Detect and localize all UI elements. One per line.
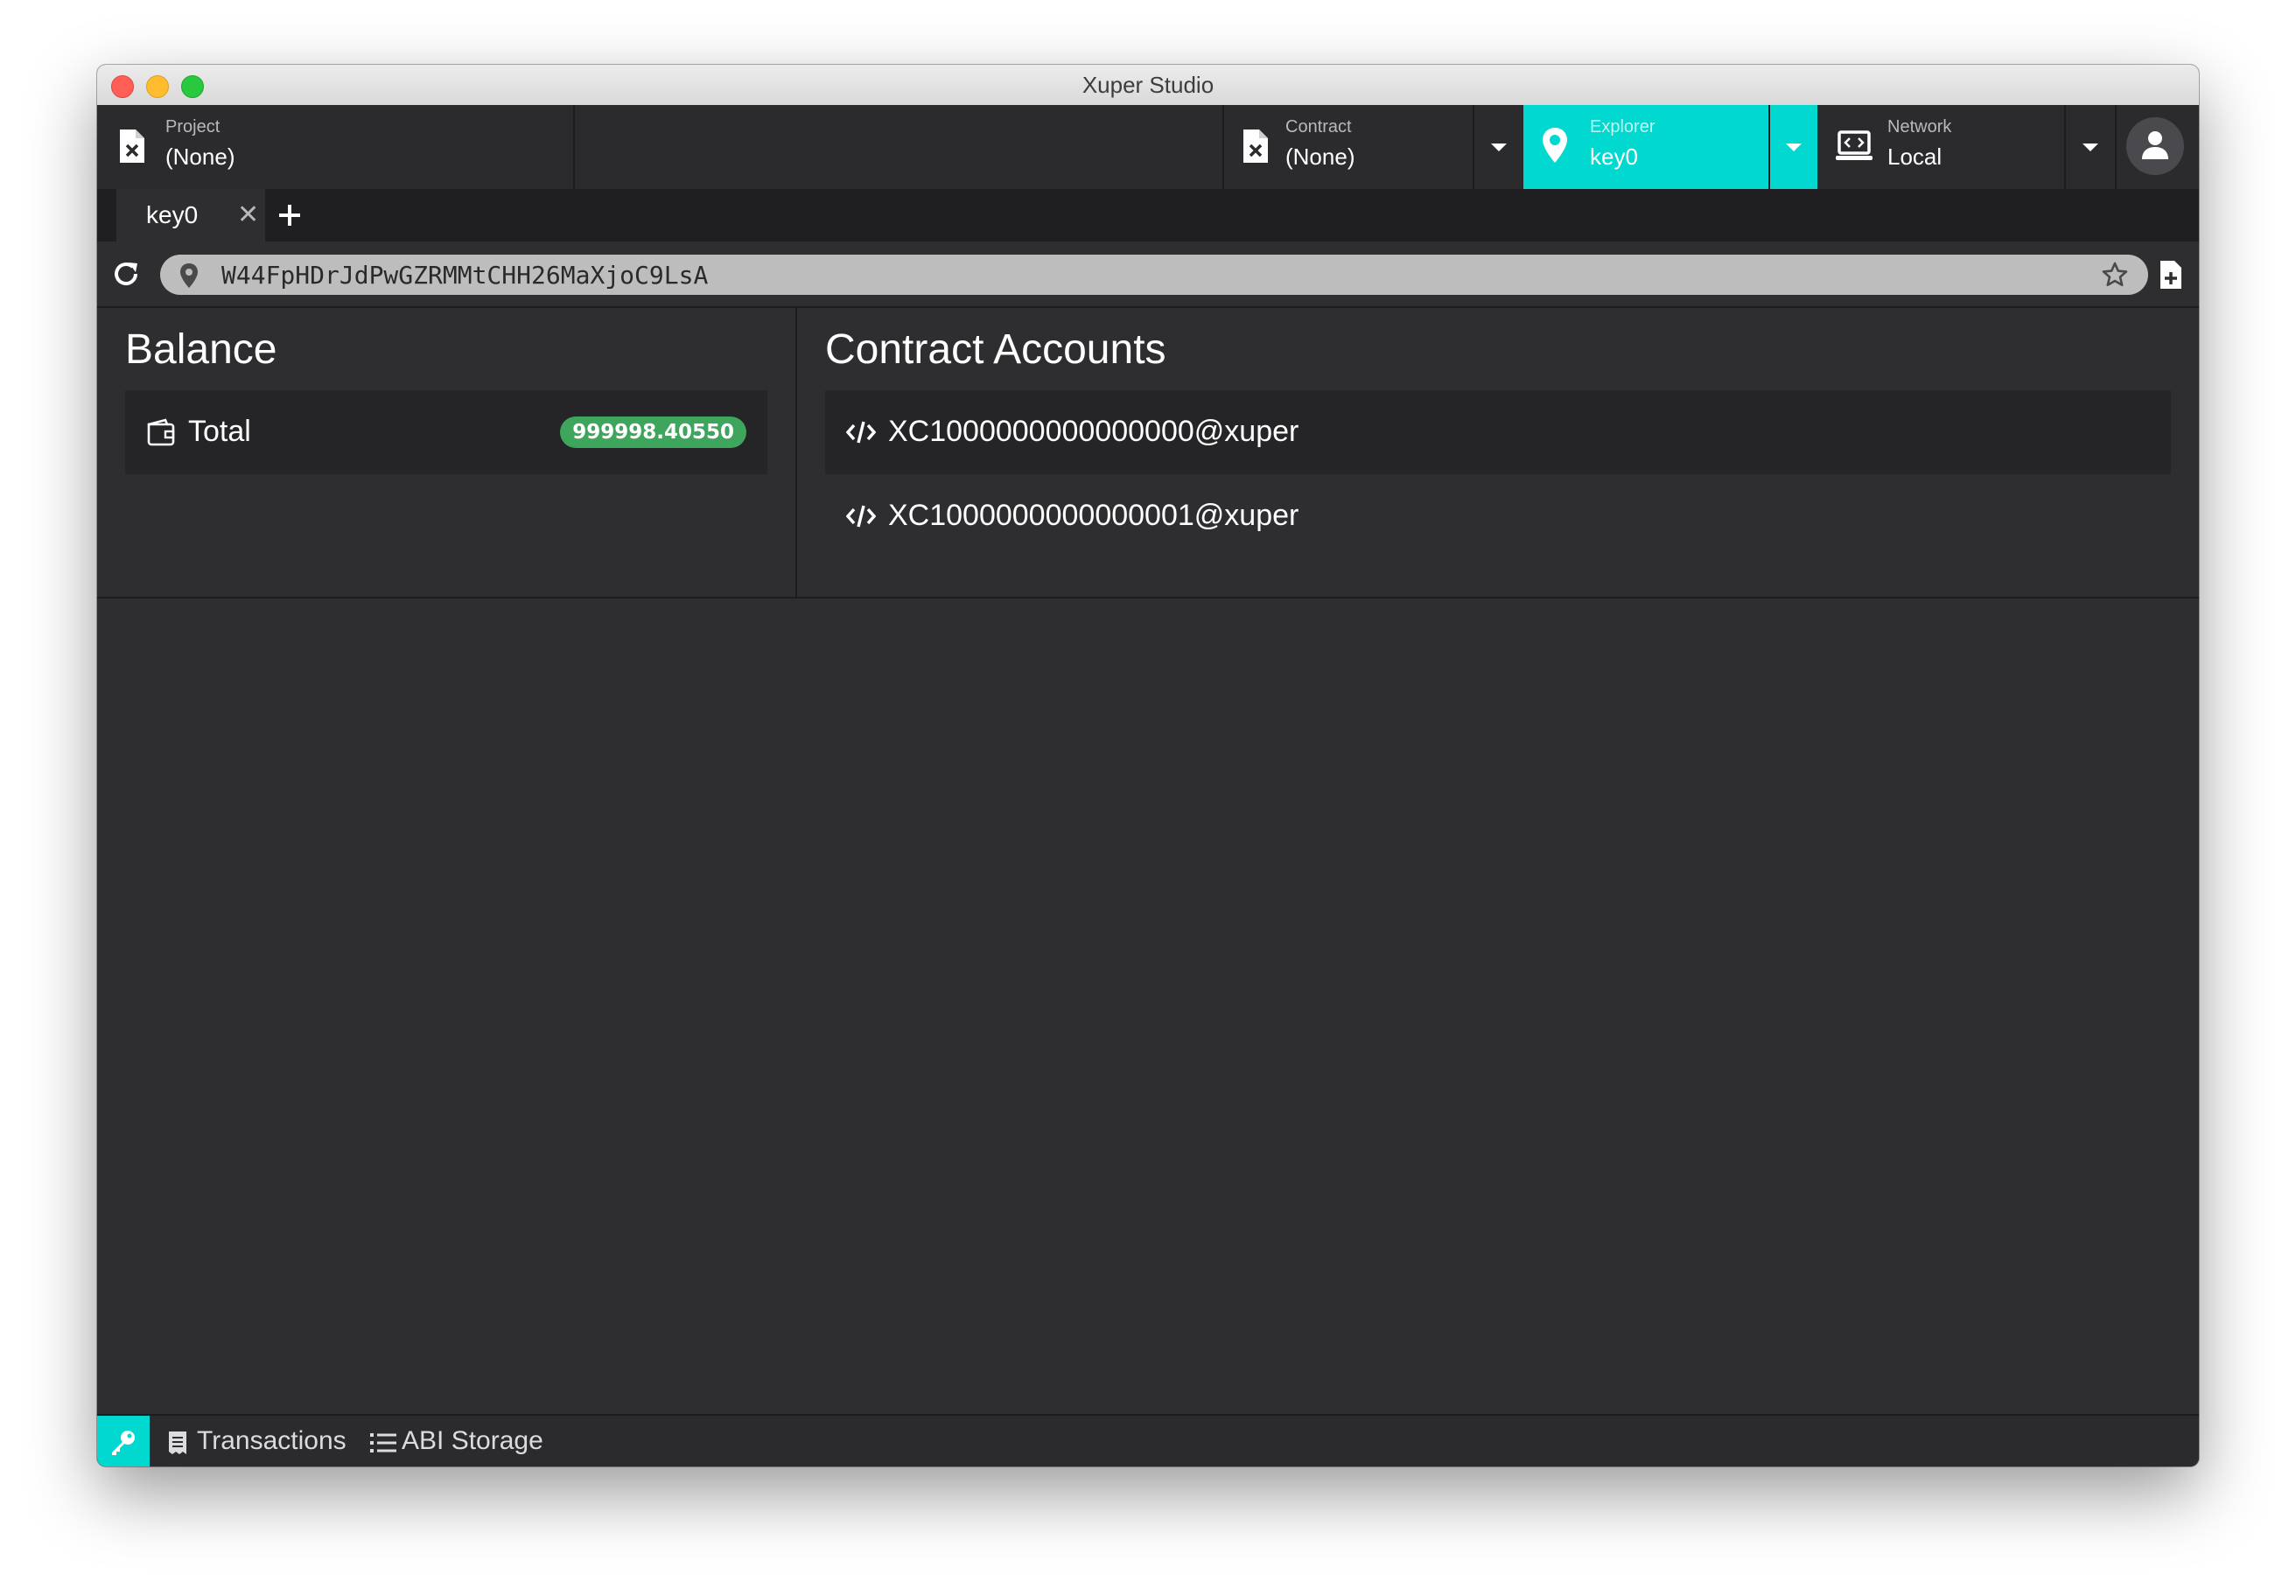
star-icon[interactable]	[2101, 261, 2129, 289]
contract-selector[interactable]: Contract (None)	[1224, 105, 1474, 189]
title-bar: Xuper Studio	[97, 65, 2199, 106]
tab-close-icon[interactable]: ✕	[237, 200, 259, 230]
user-icon	[2142, 131, 2168, 159]
explorer-label: Explorer	[1590, 117, 1656, 136]
address-bar: W44FpHDrJdPwGZRMMtCHH26MaXjoC9LsA	[97, 242, 2199, 308]
file-x-icon	[1243, 130, 1268, 163]
code-icon	[846, 421, 876, 444]
abi-storage-tab[interactable]: ABI Storage	[370, 1416, 554, 1466]
keypair-manager-button[interactable]	[97, 1416, 150, 1466]
tab-key0[interactable]: key0 ✕	[116, 189, 265, 242]
contract-account-name: XC1000000000000001@xuper	[888, 499, 1299, 532]
contract-account-item[interactable]: XC1000000000000001@xuper	[825, 474, 2171, 558]
balance-label: Total	[188, 415, 251, 448]
network-value: Local	[1887, 144, 1942, 170]
laptop-code-icon	[1836, 130, 1872, 160]
top-header: Project (None) Contract (None) Explorer …	[97, 105, 2199, 189]
contract-accounts-panel: Contract Accounts XC1000000000000000@xup…	[797, 308, 2199, 598]
list-icon	[370, 1433, 396, 1452]
contract-label: Contract	[1285, 117, 1352, 136]
file-x-icon	[120, 130, 144, 163]
explorer-dropdown-button[interactable]	[1770, 105, 1817, 189]
bottom-bar: Transactions ABI Storage	[97, 1414, 2199, 1466]
address-input[interactable]: W44FpHDrJdPwGZRMMtCHH26MaXjoC9LsA	[160, 255, 2148, 295]
file-plus-icon[interactable]	[2159, 259, 2183, 290]
new-tab-button[interactable]	[265, 189, 312, 242]
contract-value: (None)	[1285, 144, 1355, 170]
plus-icon	[279, 205, 300, 226]
app-window: Xuper Studio Project (None) Contract (No…	[97, 65, 2199, 1466]
project-value: (None)	[165, 144, 235, 170]
contract-account-item[interactable]: XC1000000000000000@xuper	[825, 390, 2171, 474]
caret-down-icon	[1786, 144, 1802, 151]
network-selector[interactable]: Network Local	[1819, 105, 2066, 189]
explorer-selector[interactable]: Explorer key0	[1523, 105, 1770, 189]
refresh-icon[interactable]	[111, 259, 141, 289]
contract-dropdown-button[interactable]	[1474, 105, 1523, 189]
explorer-value: key0	[1590, 144, 1638, 170]
tab-label: key0	[146, 201, 199, 228]
transactions-label: Transactions	[197, 1426, 346, 1455]
map-pin-icon	[180, 263, 198, 288]
header-spacer	[573, 105, 1224, 189]
header-divider	[2115, 105, 2117, 189]
balance-value-badge: 999998.40550	[560, 416, 746, 448]
network-dropdown-button[interactable]	[2066, 105, 2115, 189]
caret-down-icon	[2082, 144, 2098, 151]
key-icon	[112, 1431, 135, 1455]
map-pin-icon	[1543, 128, 1567, 163]
abi-storage-label: ABI Storage	[402, 1426, 543, 1455]
contract-account-name: XC1000000000000000@xuper	[888, 415, 1299, 448]
code-icon	[846, 505, 876, 528]
user-account-button[interactable]	[2126, 117, 2184, 175]
receipt-icon	[169, 1432, 186, 1454]
balance-row-total: Total 999998.40550	[125, 390, 767, 474]
caret-down-icon	[1491, 144, 1507, 151]
project-selector[interactable]: Project (None)	[97, 105, 575, 189]
balance-title: Balance	[125, 326, 277, 373]
network-label: Network	[1887, 117, 1952, 136]
project-label: Project	[165, 117, 220, 136]
tab-bar: key0 ✕	[97, 189, 2199, 242]
contract-accounts-title: Contract Accounts	[825, 326, 1166, 373]
address-value: W44FpHDrJdPwGZRMMtCHH26MaXjoC9LsA	[221, 261, 709, 290]
balance-panel: Balance Total 999998.40550	[97, 308, 797, 598]
wallet-icon	[147, 418, 175, 446]
window-title: Xuper Studio	[1082, 72, 1214, 98]
transactions-tab[interactable]: Transactions	[167, 1416, 351, 1466]
